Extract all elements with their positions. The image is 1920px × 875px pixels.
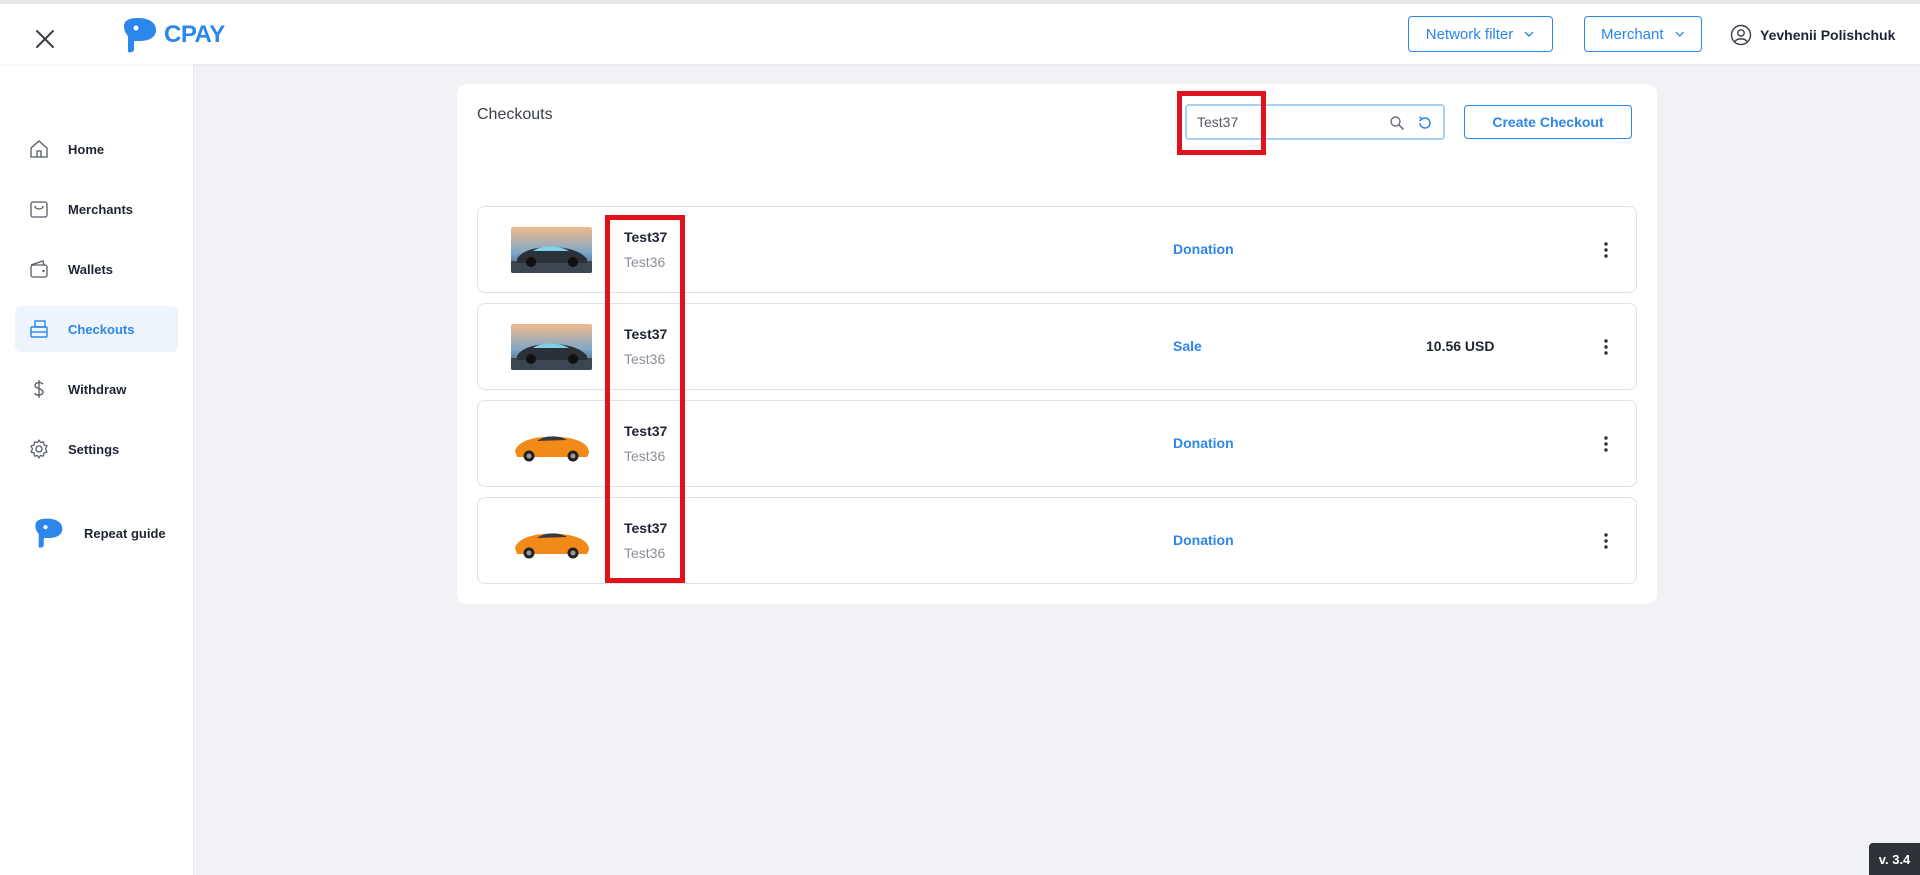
user-circle-icon xyxy=(1730,24,1752,46)
checkout-image xyxy=(511,227,592,273)
sidebar-item-merchants[interactable]: Merchants xyxy=(15,186,178,232)
checkout-row[interactable]: Test37 Test36 Donation xyxy=(477,497,1637,584)
checkout-title: Test37 xyxy=(624,229,668,245)
sidebar-item-home[interactable]: Home xyxy=(15,126,178,172)
chevron-down-icon xyxy=(1524,31,1534,37)
more-vertical-icon[interactable] xyxy=(1598,531,1614,551)
checkout-title: Test37 xyxy=(624,423,668,439)
checkouts-card: Checkouts Create Checkout xyxy=(457,84,1657,604)
sidebar-item-label: Withdraw xyxy=(68,381,127,397)
checkout-subtitle: Test36 xyxy=(624,351,666,367)
cpay-logo-icon xyxy=(35,518,63,548)
sidebar: Home Merchants Wallets Checkouts Withdra… xyxy=(0,64,194,875)
network-filter-label: Network filter xyxy=(1425,25,1514,43)
more-vertical-icon[interactable] xyxy=(1598,337,1614,357)
checkout-subtitle: Test36 xyxy=(624,545,666,561)
checkout-row[interactable]: Test37 Test36 Donation xyxy=(477,206,1637,293)
sidebar-item-label: Merchants xyxy=(68,201,134,217)
checkout-row[interactable]: Test37 Test36 Donation xyxy=(477,400,1637,487)
sidebar-item-label: Checkouts xyxy=(68,321,135,337)
top-header: CPAY Network filter Merchant Yevhenii Po… xyxy=(0,4,1920,64)
checkout-type[interactable]: Donation xyxy=(1173,532,1234,548)
checkout-row[interactable]: Test37 Test36 Sale 10.56 USD xyxy=(477,303,1637,390)
cpay-logo[interactable]: CPAY xyxy=(120,16,225,54)
search-input[interactable] xyxy=(1197,113,1377,131)
checkout-subtitle: Test36 xyxy=(624,254,666,270)
chevron-down-icon xyxy=(1674,31,1684,37)
close-icon xyxy=(36,30,54,48)
more-vertical-icon[interactable] xyxy=(1598,240,1614,260)
sidebar-item-label: Settings xyxy=(68,441,120,457)
home-icon xyxy=(30,140,48,158)
page-title: Checkouts xyxy=(477,106,553,123)
reset-icon[interactable] xyxy=(1416,114,1434,132)
search-icon[interactable] xyxy=(1389,115,1405,131)
user-name: Yevhenii Polishchuk xyxy=(1760,27,1896,43)
checkout-amount: 10.56 USD xyxy=(1426,338,1495,354)
checkout-type[interactable]: Sale xyxy=(1173,338,1202,354)
repeat-guide-button[interactable]: Repeat guide xyxy=(32,517,166,549)
checkout-register-icon xyxy=(30,320,48,338)
checkout-title: Test37 xyxy=(624,326,668,342)
merchant-dropdown[interactable]: Merchant xyxy=(1584,16,1702,52)
create-checkout-button[interactable]: Create Checkout xyxy=(1464,105,1632,139)
brand-name: CPAY xyxy=(164,21,225,48)
wallet-icon xyxy=(30,260,48,278)
sidebar-item-label: Wallets xyxy=(68,261,114,277)
checkout-image xyxy=(511,421,592,467)
checkout-subtitle: Test36 xyxy=(624,448,666,464)
merchant-label: Merchant xyxy=(1601,25,1664,43)
gear-icon xyxy=(30,439,48,459)
sidebar-item-withdraw[interactable]: Withdraw xyxy=(15,366,178,412)
cpay-logo-icon xyxy=(124,18,156,53)
main-content: Checkouts Create Checkout xyxy=(194,64,1920,875)
checkout-image xyxy=(511,518,592,564)
sidebar-item-settings[interactable]: Settings xyxy=(15,426,178,472)
checkout-type[interactable]: Donation xyxy=(1173,241,1234,257)
user-menu[interactable]: Yevhenii Polishchuk xyxy=(1730,24,1895,46)
checkout-type[interactable]: Donation xyxy=(1173,435,1234,451)
close-menu-button[interactable] xyxy=(30,24,60,54)
shopping-bag-icon xyxy=(30,201,48,218)
network-filter-dropdown[interactable]: Network filter xyxy=(1408,16,1553,52)
sidebar-item-label: Home xyxy=(68,141,105,157)
repeat-guide-label: Repeat guide xyxy=(84,525,166,541)
more-vertical-icon[interactable] xyxy=(1598,434,1614,454)
sidebar-item-checkouts[interactable]: Checkouts xyxy=(15,306,178,352)
search-box xyxy=(1185,104,1445,140)
checkout-image xyxy=(511,324,592,370)
version-badge: v. 3.4 xyxy=(1869,843,1920,875)
dollar-icon xyxy=(34,380,44,398)
checkout-title: Test37 xyxy=(624,520,668,536)
sidebar-item-wallets[interactable]: Wallets xyxy=(15,246,178,292)
